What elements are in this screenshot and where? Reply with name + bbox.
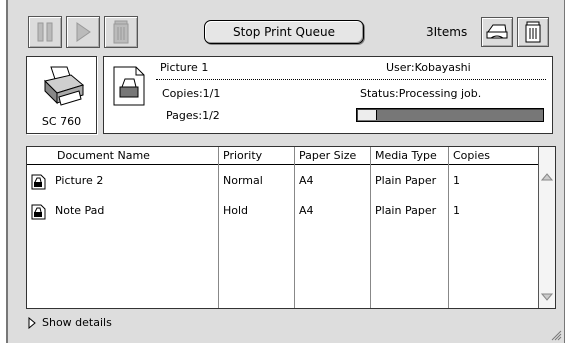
print-queue-table: Document Name Priority Paper Size Media … [26, 146, 556, 309]
stop-print-queue-button[interactable]: Stop Print Queue [204, 20, 364, 44]
print-monitor-window: Stop Print Queue 3Items SC 760 Picture 1… [6, 0, 565, 343]
trash-icon [113, 20, 129, 44]
show-details-label: Show details [42, 316, 112, 329]
delete-job-button[interactable] [104, 16, 138, 48]
scroll-down-arrow[interactable] [541, 291, 553, 303]
printer-panel: SC 760 [26, 56, 97, 134]
row-copies: 1 [453, 204, 460, 217]
row-document-name: Note Pad [55, 204, 105, 217]
triangle-down-icon [541, 293, 553, 301]
column-header-copies[interactable]: Copies [453, 147, 490, 165]
disclosure-triangle-icon [28, 316, 36, 329]
divider [156, 79, 546, 80]
job-name: Picture 1 [160, 61, 209, 74]
document-icon [31, 204, 46, 220]
vertical-scrollbar[interactable] [538, 147, 555, 308]
row-priority: Hold [223, 204, 249, 217]
show-details-toggle[interactable]: Show details [28, 316, 112, 329]
item-count: 3Items [426, 25, 468, 39]
row-document-name: Picture 2 [55, 174, 104, 187]
job-progress-bar [356, 108, 544, 122]
resize-grip-icon[interactable] [548, 327, 562, 341]
table-header: Document Name Priority Paper Size Media … [27, 147, 539, 165]
trash-icon [525, 21, 541, 43]
play-icon [76, 22, 91, 42]
row-copies: 1 [453, 174, 460, 187]
printer-model: SC 760 [41, 115, 82, 128]
printer-settings-button[interactable] [481, 17, 513, 47]
table-row[interactable]: Note Pad Hold A4 Plain Paper 1 [27, 198, 539, 224]
column-header-document-name[interactable]: Document Name [57, 147, 150, 165]
printer-icon [44, 66, 85, 106]
row-media-type: Plain Paper [375, 204, 437, 217]
job-progress-fill [358, 110, 377, 120]
row-media-type: Plain Paper [375, 174, 437, 187]
job-pages: Pages:1/2 [166, 109, 220, 122]
column-header-media-type[interactable]: Media Type [375, 147, 437, 165]
current-job-panel: Picture 1 User:Kobayashi Copies:1/1 Stat… [103, 56, 553, 134]
job-user: User:Kobayashi [386, 61, 471, 74]
scroll-up-arrow[interactable] [541, 171, 553, 183]
pause-icon [37, 22, 53, 42]
column-header-priority[interactable]: Priority [223, 147, 262, 165]
resume-button[interactable] [66, 16, 100, 48]
row-paper-size: A4 [299, 204, 314, 217]
row-paper-size: A4 [299, 174, 314, 187]
document-icon [31, 174, 46, 190]
job-status: Status:Processing job. [360, 87, 482, 100]
delete-all-button[interactable] [517, 17, 549, 47]
column-header-paper-size[interactable]: Paper Size [299, 147, 356, 165]
table-row[interactable]: Picture 2 Normal A4 Plain Paper 1 [27, 168, 539, 194]
job-copies: Copies:1/1 [162, 87, 221, 100]
pause-button[interactable] [28, 16, 62, 48]
printer-icon [486, 24, 508, 39]
triangle-up-icon [541, 173, 553, 181]
row-priority: Normal [223, 174, 263, 187]
document-icon [113, 66, 145, 106]
